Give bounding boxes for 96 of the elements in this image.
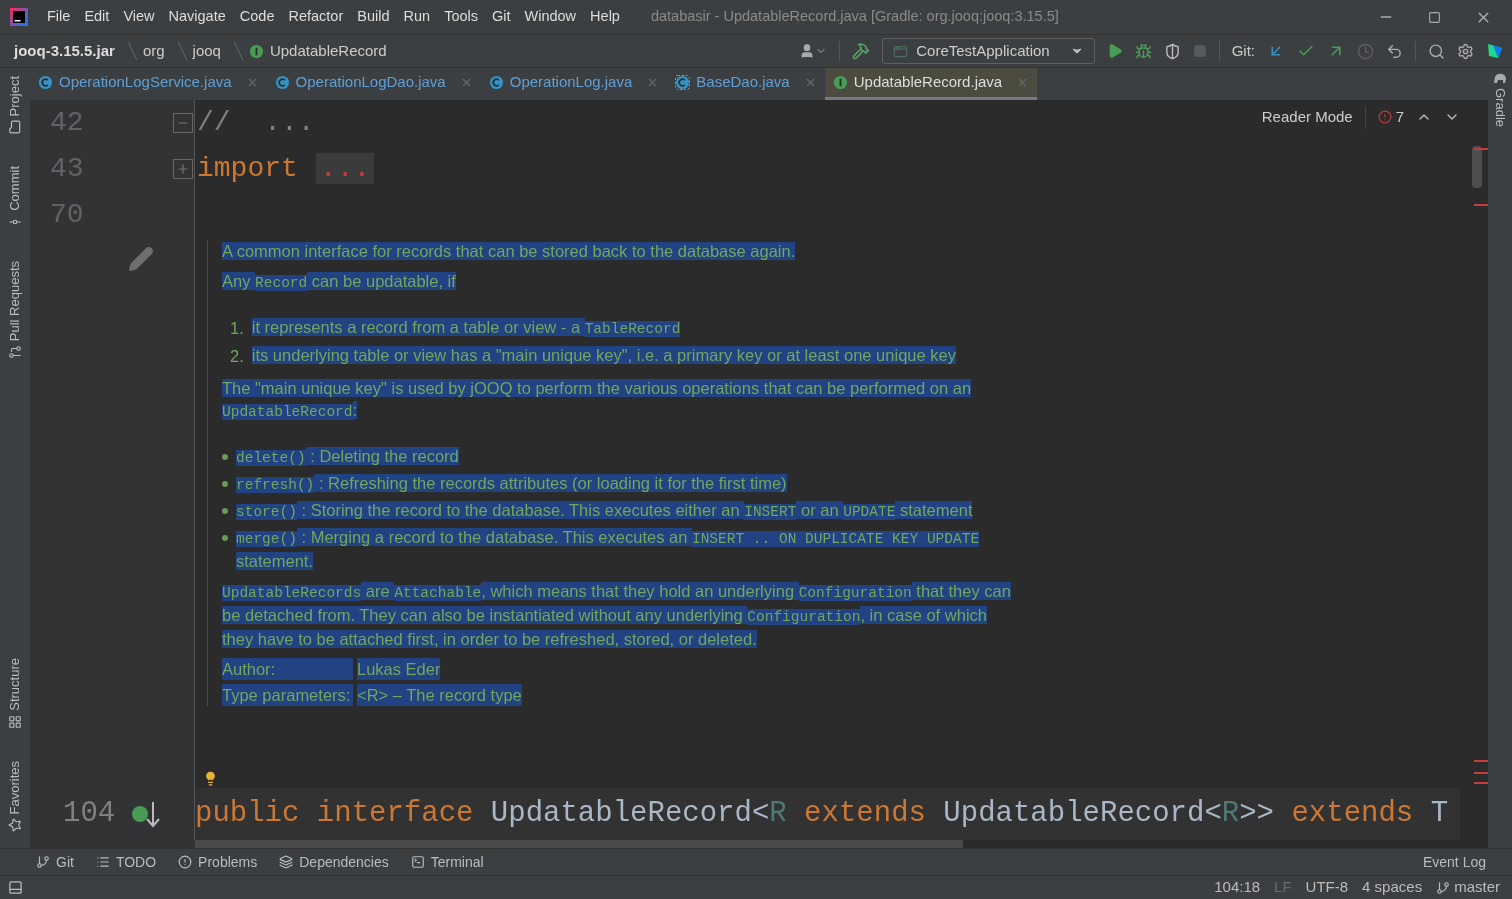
tool-window-button[interactable]: Project bbox=[5, 68, 25, 143]
menu-item[interactable]: Build bbox=[350, 6, 397, 28]
undo-icon[interactable] bbox=[1386, 42, 1403, 60]
layers-icon bbox=[279, 855, 294, 869]
doc-tag-value: <R> – The record type bbox=[357, 683, 522, 706]
editor-tab[interactable]: BaseDao.java bbox=[667, 68, 825, 100]
branch-icon bbox=[1436, 880, 1451, 895]
doc-paragraph: Any Record can be updatable, if bbox=[222, 271, 457, 293]
horizontal-scrollbar-thumb[interactable] bbox=[195, 840, 963, 848]
breadcrumb[interactable]: jooq bbox=[192, 39, 221, 63]
clock-icon[interactable] bbox=[1357, 42, 1374, 60]
fold-expand-icon[interactable] bbox=[173, 159, 193, 179]
list-number: 1. bbox=[230, 318, 244, 339]
tool-window-button[interactable]: Gradle bbox=[1490, 72, 1510, 128]
editor-tab[interactable]: OperationLogDao.java bbox=[266, 68, 481, 100]
hammer-icon[interactable] bbox=[852, 42, 871, 60]
menu-item[interactable]: Git bbox=[485, 6, 518, 28]
code-line: // ... bbox=[196, 106, 315, 140]
code-line: import ... bbox=[195, 148, 375, 190]
file-encoding[interactable]: UTF-8 bbox=[1305, 876, 1349, 899]
tool-window-tab[interactable]: Dependencies bbox=[279, 851, 389, 873]
event-log-button[interactable]: Event Log bbox=[1422, 851, 1486, 873]
list-item-text: refresh() : Refreshing the records attributes (or loading it for the first time) bbox=[236, 472, 787, 495]
error-icon[interactable] bbox=[1377, 110, 1392, 125]
doc-paragraph: A common interface for records that can be stored back to the database again. bbox=[222, 241, 797, 262]
tool-window-button[interactable]: Favorites bbox=[5, 752, 25, 840]
git-label: Git: bbox=[1231, 40, 1255, 61]
menu-item[interactable]: Refactor bbox=[281, 6, 351, 28]
menu-item[interactable]: Window bbox=[517, 6, 584, 28]
panel-toggle-icon[interactable] bbox=[8, 880, 23, 895]
caret-position[interactable]: 104:18 bbox=[1214, 876, 1261, 899]
editor-tab[interactable]: OperationLog.java bbox=[480, 68, 668, 100]
branch-icon bbox=[36, 855, 50, 869]
doc-tag-label: Author: bbox=[222, 657, 353, 680]
list-number: 2. bbox=[230, 345, 244, 367]
terminal-icon bbox=[410, 855, 425, 869]
fold-collapse-icon[interactable] bbox=[173, 113, 193, 133]
breadcrumb[interactable]: jooq-3.15.5.jar bbox=[14, 39, 115, 63]
interface-icon bbox=[832, 75, 848, 90]
list-icon bbox=[95, 855, 110, 869]
menu-item[interactable]: Navigate bbox=[161, 6, 233, 28]
line-number: 104 bbox=[63, 796, 116, 833]
tool-window-tab[interactable]: Problems bbox=[178, 851, 258, 873]
tool-window-button[interactable]: Commit bbox=[5, 158, 25, 238]
settings-icon[interactable] bbox=[1457, 42, 1474, 60]
doc-paragraph: UpdatableRecords are Attachable, which means that they hold an underlying Configuration that they can be detached from. They can also be instantiated without any underlying Configuration, in case of which they have to be attached first, in order to be refreshed, stored, or deleted. bbox=[222, 580, 1012, 650]
abstract-icon bbox=[675, 75, 691, 90]
problems-count[interactable]: 7 bbox=[1395, 106, 1404, 129]
git-branch[interactable]: master bbox=[1436, 876, 1500, 899]
tool-window-button[interactable]: Structure bbox=[5, 649, 25, 737]
menu-item[interactable]: Help bbox=[583, 6, 627, 28]
structure-icon bbox=[8, 714, 22, 729]
plugin-logo[interactable] bbox=[1486, 42, 1504, 60]
reader-mode-button[interactable]: Reader Mode bbox=[1261, 106, 1366, 129]
code-line: public interface UpdatableRecord<R extends UpdatableRecord<R>> extends T bbox=[195, 796, 1449, 833]
app-logo bbox=[10, 8, 28, 26]
window-title: databasir - UpdatableRecord.java [Gradle: org.jooq:jooq:3.15.5] bbox=[650, 7, 1059, 27]
window-icon bbox=[893, 43, 909, 59]
list-item-text: delete() : Deleting the record bbox=[236, 445, 459, 468]
star-icon bbox=[8, 818, 22, 832]
tool-window-tab[interactable]: Terminal bbox=[410, 851, 484, 873]
bug-icon[interactable] bbox=[1134, 42, 1152, 60]
coverage-icon[interactable] bbox=[1163, 42, 1181, 60]
menu-item[interactable]: Run bbox=[396, 6, 438, 28]
implemented-by-icon[interactable] bbox=[131, 799, 161, 829]
list-item-text: merge() : Merging a record to the database. This executes an INSERT .. ON DUPLICATE KEY UPDATE statement. bbox=[236, 526, 981, 572]
tool-window-button[interactable]: Pull Requests bbox=[5, 253, 25, 368]
lightbulb-icon[interactable] bbox=[203, 771, 218, 786]
indent-setting[interactable]: 4 spaces bbox=[1362, 876, 1423, 899]
maximize-icon[interactable] bbox=[1428, 10, 1441, 24]
search-icon[interactable] bbox=[1428, 42, 1445, 60]
menu-item[interactable]: File bbox=[40, 6, 78, 28]
editor-tab[interactable]: UpdatableRecord.java bbox=[824, 68, 1038, 100]
elephant-icon bbox=[1493, 72, 1507, 84]
interface-icon bbox=[248, 43, 264, 59]
menu-item[interactable]: Tools bbox=[437, 6, 485, 28]
class-icon bbox=[38, 75, 53, 90]
run-configuration-dropdown[interactable]: CoreTestApplication bbox=[882, 38, 1095, 64]
breadcrumb[interactable]: UpdatableRecord bbox=[248, 39, 387, 63]
doc-tag-label: Type parameters: bbox=[222, 683, 353, 706]
breadcrumb[interactable]: org bbox=[142, 39, 165, 63]
pencil-icon[interactable] bbox=[128, 246, 154, 272]
pull-icon bbox=[8, 345, 22, 360]
tool-window-tab[interactable]: TODO bbox=[95, 851, 157, 873]
menu-item[interactable]: Edit bbox=[77, 6, 117, 28]
list-item-text: it represents a record from a table or view - a TableRecord bbox=[251, 317, 681, 339]
list-item-text: its underlying table or view has a "main unique key", i.e. a primary key or at least one unique key bbox=[251, 344, 956, 366]
tool-window-tab[interactable]: Git bbox=[36, 851, 74, 873]
class-icon bbox=[488, 75, 504, 90]
class-icon bbox=[274, 75, 290, 90]
doc-paragraph: The "main unique key" is used by jOOQ to perform the various operations that can be performed on an UpdatableRecord: bbox=[222, 377, 973, 422]
alert-icon bbox=[178, 855, 193, 869]
folder-icon bbox=[8, 120, 22, 135]
editor-tab[interactable]: OperationLogService.java bbox=[30, 68, 267, 100]
menu-item[interactable]: View bbox=[116, 6, 162, 28]
menu-item[interactable]: Code bbox=[232, 6, 282, 28]
